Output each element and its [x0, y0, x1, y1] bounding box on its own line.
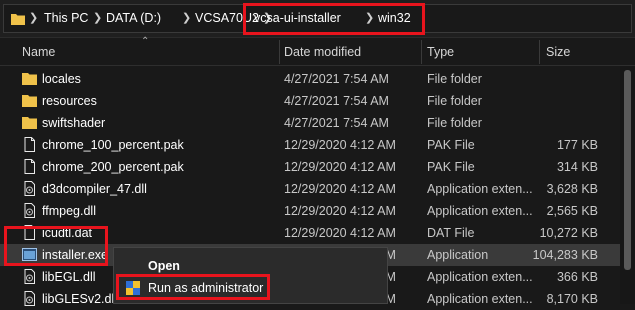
file-name: libEGL.dll — [42, 270, 96, 284]
chevron-right-icon[interactable]: ❯ — [182, 11, 191, 24]
file-size: 10,272 KB — [539, 226, 598, 240]
file-type: File folder — [427, 94, 482, 108]
breadcrumb-this-pc[interactable]: This PC — [44, 11, 88, 25]
file-date: 4/27/2021 7:54 AM — [284, 94, 389, 108]
file-type: File folder — [427, 72, 482, 86]
dll-icon — [22, 269, 37, 284]
file-date: 12/29/2020 4:12 AM — [284, 182, 396, 196]
sort-chevron-icon: ⌃ — [141, 36, 150, 47]
file-row[interactable]: d3dcompiler_47.dll 12/29/2020 4:12 AM Appl… — [0, 178, 620, 200]
highlight-box-run-as-admin — [116, 274, 270, 300]
file-name: d3dcompiler_47.dll — [42, 182, 147, 196]
file-size: 2,565 KB — [546, 204, 598, 218]
file-size: 314 KB — [556, 160, 598, 174]
menu-item-open[interactable]: Open — [148, 259, 180, 273]
column-divider[interactable] — [539, 40, 540, 64]
file-size: 366 KB — [556, 270, 598, 284]
file-row[interactable]: chrome_100_percent.pak 12/29/2020 4:12 AM… — [0, 134, 620, 156]
file-type: PAK File — [427, 160, 475, 174]
file-name: locales — [42, 72, 81, 86]
file-type: Application exten... — [427, 270, 533, 284]
file-date: 12/29/2020 4:12 AM — [284, 138, 396, 152]
dll-icon — [22, 181, 37, 196]
file-row[interactable]: resources 4/27/2021 7:54 AM File folder — [0, 90, 620, 112]
file-name: chrome_100_percent.pak — [42, 138, 184, 152]
column-date-modified[interactable]: Date modified — [284, 45, 361, 59]
file-name: ffmpeg.dll — [42, 204, 96, 218]
file-icon — [22, 159, 37, 174]
file-date: 4/27/2021 7:54 AM — [284, 72, 389, 86]
column-size[interactable]: Size — [546, 45, 570, 59]
file-size: 177 KB — [556, 138, 598, 152]
highlight-box-installer — [4, 226, 108, 266]
column-type[interactable]: Type — [427, 45, 454, 59]
file-row[interactable]: swiftshader 4/27/2021 7:54 AM File folder — [0, 112, 620, 134]
dll-icon — [22, 203, 37, 218]
file-type: Application exten... — [427, 182, 533, 196]
file-date: 12/29/2020 4:12 AM — [284, 160, 396, 174]
highlight-box-path — [243, 3, 425, 35]
file-size: 3,628 KB — [546, 182, 598, 196]
file-type: Application exten... — [427, 204, 533, 218]
file-type: File folder — [427, 116, 482, 130]
file-name: chrome_200_percent.pak — [42, 160, 184, 174]
breadcrumb-data-drive[interactable]: DATA (D:) — [106, 11, 161, 25]
file-name: swiftshader — [42, 116, 106, 130]
column-divider[interactable] — [421, 40, 422, 64]
file-date: 4/27/2021 7:54 AM — [284, 116, 389, 130]
file-row[interactable]: ffmpeg.dll 12/29/2020 4:12 AM Application … — [0, 200, 620, 222]
address-bar: ❯ This PC ❯ DATA (D:) ❯ VCSA70U2 ❯ vcsa-… — [0, 0, 635, 38]
chevron-right-icon[interactable]: ❯ — [29, 11, 38, 24]
file-icon — [22, 137, 37, 152]
column-divider[interactable] — [279, 40, 280, 64]
scrollbar-thumb[interactable] — [624, 70, 631, 270]
file-date: 12/29/2020 4:12 AM — [284, 204, 396, 218]
folder-icon — [22, 93, 37, 108]
file-date: 12/29/2020 4:12 AM — [284, 226, 396, 240]
file-type: Application — [427, 248, 489, 262]
file-row[interactable]: chrome_200_percent.pak 12/29/2020 4:12 AM… — [0, 156, 620, 178]
file-type: PAK File — [427, 138, 475, 152]
file-size: 104,283 KB — [532, 248, 598, 262]
file-name: resources — [42, 94, 97, 108]
folder-icon — [22, 115, 37, 130]
file-row[interactable]: locales 4/27/2021 7:54 AM File folder — [0, 68, 620, 90]
chevron-right-icon[interactable]: ❯ — [93, 11, 102, 24]
folder-icon — [22, 71, 37, 86]
column-name[interactable]: Name — [22, 45, 55, 59]
folder-icon — [11, 14, 25, 25]
file-type: DAT File — [427, 226, 475, 240]
